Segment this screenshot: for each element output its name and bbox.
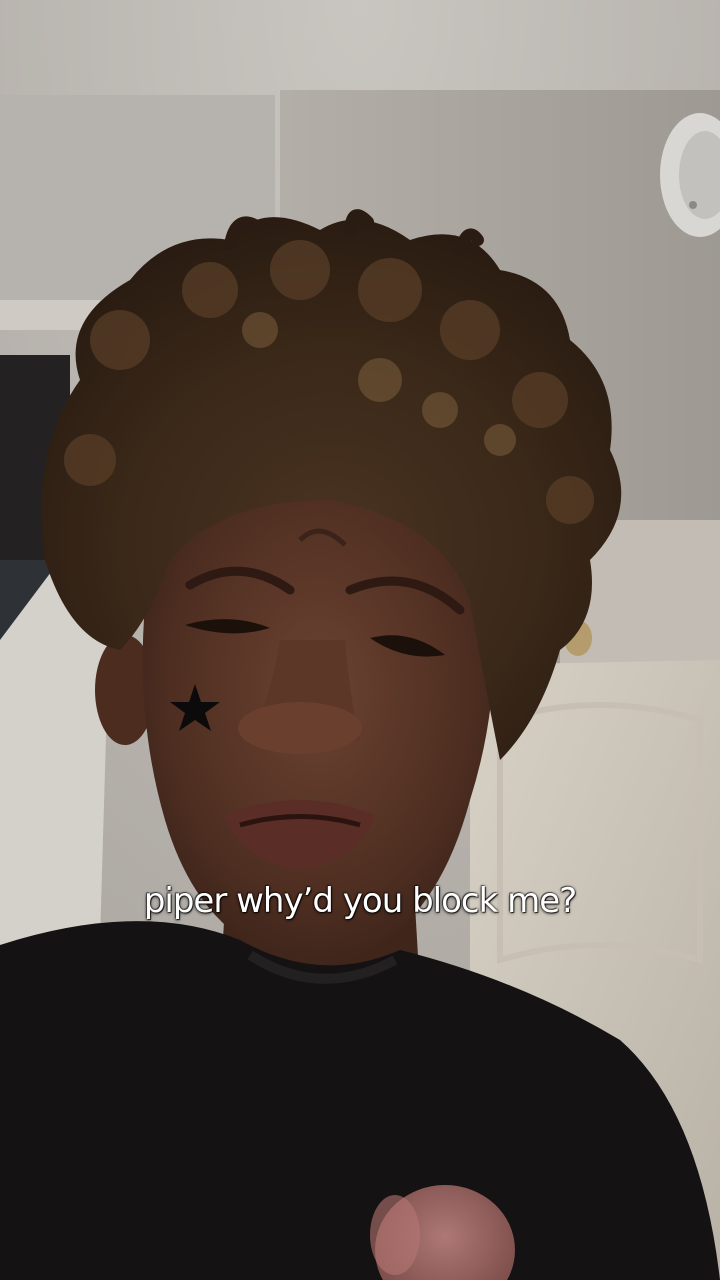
video-scene <box>0 0 720 1280</box>
video-caption: piper why’d you block me? <box>143 881 577 921</box>
video-frame[interactable]: piper why’d you block me? <box>0 0 720 1280</box>
